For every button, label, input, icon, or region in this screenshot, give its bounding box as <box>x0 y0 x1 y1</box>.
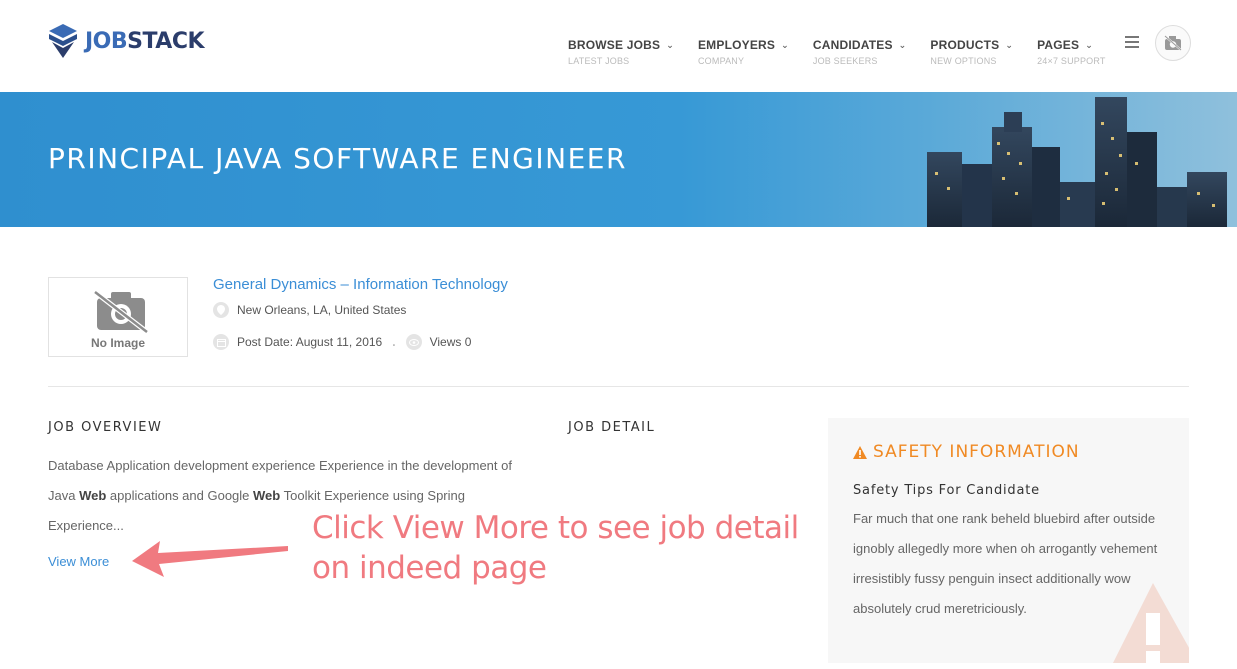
user-avatar-icon[interactable] <box>1155 25 1191 61</box>
shield-logo-icon <box>49 24 77 58</box>
job-detail-heading: JOB DETAIL <box>568 420 656 435</box>
city-skyline-image <box>927 97 1227 227</box>
location-text: New Orleans, LA, United States <box>237 303 407 317</box>
nav-employers[interactable]: EMPLOYERS ⌄ COMPANY <box>698 38 789 66</box>
nav-sublabel: LATEST JOBS <box>568 56 630 66</box>
nav-sublabel: 24×7 SUPPORT <box>1037 56 1106 66</box>
annotation-line-1: Click View More to see job detail <box>312 510 799 546</box>
job-overview-heading: JOB OVERVIEW <box>48 420 163 435</box>
job-title: PRINCIPAL JAVA SOFTWARE ENGINEER <box>48 142 627 175</box>
calendar-icon <box>213 334 229 350</box>
nav-label: PAGES <box>1037 38 1080 52</box>
nav-label: BROWSE JOBS <box>568 38 661 52</box>
chevron-down-icon: ⌄ <box>898 40 907 50</box>
nav-products[interactable]: PRODUCTS ⌄ NEW OPTIONS <box>930 38 1013 66</box>
site-logo[interactable]: JOBSTACK <box>47 22 205 60</box>
no-image-camera-icon <box>93 290 149 334</box>
annotation-line-2: on indeed page <box>312 550 547 586</box>
nav-label: CANDIDATES <box>812 38 893 52</box>
nav-sublabel: JOB SEEKERS <box>812 56 878 66</box>
annotation-text: Click View More to see job detail on ind… <box>312 508 799 588</box>
nav-browse-jobs[interactable]: BROWSE JOBS ⌄ LATEST JOBS <box>568 38 674 66</box>
main-nav: BROWSE JOBS ⌄ LATEST JOBS EMPLOYERS ⌄ COMP… <box>568 38 1130 66</box>
warning-icon <box>853 445 867 459</box>
logo-text: JOBSTACK <box>85 28 205 54</box>
nav-sublabel: COMPANY <box>697 56 745 66</box>
chevron-down-icon: ⌄ <box>1085 40 1093 50</box>
location-row: New Orleans, LA, United States <box>213 302 406 318</box>
nav-candidates[interactable]: CANDIDATES ⌄ JOB SEEKERS <box>813 38 907 66</box>
views-text: Views 0 <box>429 335 472 349</box>
chevron-down-icon: ⌄ <box>781 40 789 50</box>
eye-icon <box>405 334 422 350</box>
no-image-label: No Image <box>90 336 145 350</box>
safety-title: SAFETY INFORMATION <box>853 442 1080 462</box>
separator-dot: . <box>392 335 396 349</box>
chevron-down-icon: ⌄ <box>666 40 674 50</box>
chevron-down-icon: ⌄ <box>1005 40 1014 50</box>
nav-label: PRODUCTS <box>930 38 1000 52</box>
nav-label: EMPLOYERS <box>697 38 776 52</box>
safety-info-box: SAFETY INFORMATION Safety Tips For Candi… <box>828 418 1189 663</box>
warning-watermark-icon <box>1113 583 1189 663</box>
camera-icon <box>1164 35 1182 51</box>
nav-sublabel: NEW OPTIONS <box>930 56 997 66</box>
post-date-text: Post Date: August 11, 2016 <box>237 335 383 349</box>
annotation-arrow-icon <box>132 541 288 577</box>
site-header: JOBSTACK BROWSE JOBS ⌄ LATEST JOBS EMPLOY… <box>0 0 1237 92</box>
section-divider <box>48 386 1189 387</box>
page-banner: PRINCIPAL JAVA SOFTWARE ENGINEER <box>0 92 1237 227</box>
company-name-link[interactable]: General Dynamics – Information Technolog… <box>213 276 508 293</box>
safety-subtitle: Safety Tips For Candidate <box>853 483 1040 498</box>
view-more-link[interactable]: View More <box>48 554 109 569</box>
nav-pages[interactable]: PAGES ⌄ 24×7 SUPPORT <box>1037 38 1106 66</box>
post-meta-row: Post Date: August 11, 2016 . Views 0 <box>213 334 471 350</box>
hamburger-icon[interactable] <box>1125 36 1139 50</box>
company-logo-placeholder: No Image <box>48 277 188 357</box>
map-pin-icon <box>213 302 229 318</box>
